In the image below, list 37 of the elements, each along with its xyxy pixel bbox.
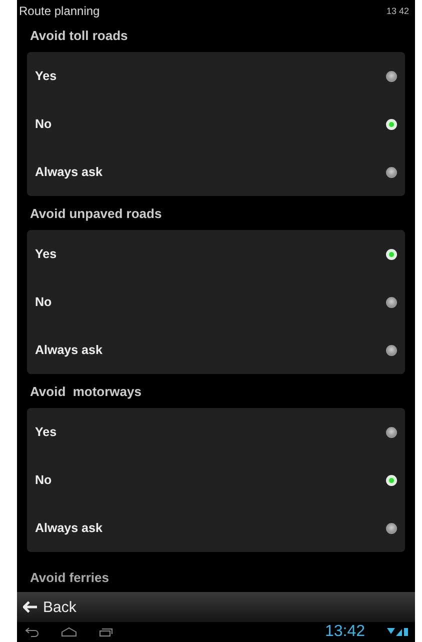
- option-row[interactable]: Yes: [27, 52, 405, 100]
- clock: 13:42: [324, 623, 365, 641]
- radio-button[interactable]: [386, 166, 397, 178]
- radio-button[interactable]: [386, 344, 397, 356]
- radio-button[interactable]: [386, 70, 397, 82]
- window-title: Route planning: [19, 4, 100, 18]
- recent-apps-icon[interactable]: [99, 627, 113, 637]
- radio-button[interactable]: [386, 296, 397, 308]
- option-label: Yes: [35, 425, 57, 439]
- option-label: Always ask: [35, 165, 102, 179]
- section-heading: Avoid ferries: [29, 569, 110, 586]
- option-label: No: [35, 473, 52, 487]
- radio-button[interactable]: [386, 426, 397, 438]
- option-row[interactable]: Always ask: [27, 326, 405, 374]
- section-heading: Avoid motorways: [29, 383, 142, 401]
- option-label: Yes: [35, 69, 57, 83]
- option-row[interactable]: Yes: [27, 230, 405, 278]
- option-label: No: [35, 295, 52, 309]
- radio-button[interactable]: [386, 522, 397, 534]
- option-row[interactable]: No: [27, 278, 405, 326]
- back-icon[interactable]: [25, 627, 39, 637]
- option-row[interactable]: No: [27, 456, 405, 504]
- option-label: No: [35, 117, 52, 131]
- section-heading: Avoid unpaved roads: [29, 205, 163, 223]
- option-label: Always ask: [35, 343, 102, 357]
- home-icon[interactable]: [61, 627, 77, 637]
- option-row[interactable]: Always ask: [27, 504, 405, 552]
- option-label: Always ask: [35, 521, 102, 535]
- status-time: 13 42: [386, 6, 409, 16]
- option-row[interactable]: Yes: [27, 408, 405, 456]
- section-heading: Avoid toll roads: [29, 27, 129, 45]
- back-button[interactable]: Back: [23, 598, 76, 616]
- option-row[interactable]: No: [27, 100, 405, 148]
- signal-icon: [387, 627, 409, 637]
- option-row[interactable]: Always ask: [27, 148, 405, 196]
- option-label: Yes: [35, 247, 57, 261]
- arrow-icon: [23, 601, 37, 613]
